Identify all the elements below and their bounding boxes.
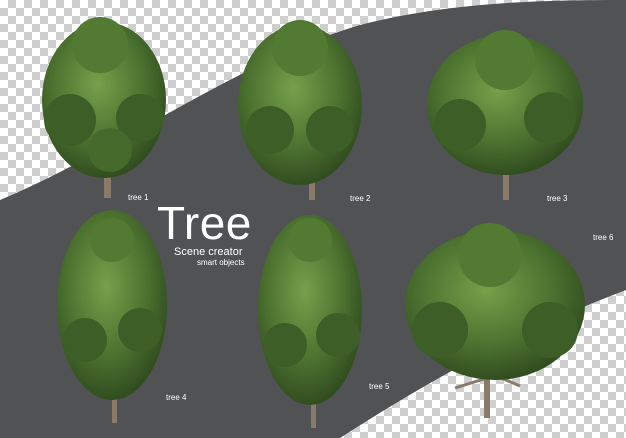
tree-3-label: tree 3 bbox=[547, 194, 568, 203]
subtitle: Scene creator bbox=[174, 246, 243, 258]
tree-5-label: tree 5 bbox=[369, 382, 390, 391]
tree-1-label: tree 1 bbox=[128, 193, 149, 202]
scene-canvas: Tree Scene creator smart objects tree 1 … bbox=[0, 0, 626, 438]
title-block: Tree Scene creator smart objects bbox=[157, 200, 252, 267]
tree-scene-illustration bbox=[0, 0, 626, 438]
tree-6-illustration bbox=[405, 223, 585, 418]
page-title: Tree bbox=[157, 197, 252, 249]
tree-4-label: tree 4 bbox=[166, 393, 187, 402]
tagline: smart objects bbox=[197, 258, 245, 267]
tree-6-label: tree 6 bbox=[593, 233, 614, 242]
tree-2-label: tree 2 bbox=[350, 194, 371, 203]
